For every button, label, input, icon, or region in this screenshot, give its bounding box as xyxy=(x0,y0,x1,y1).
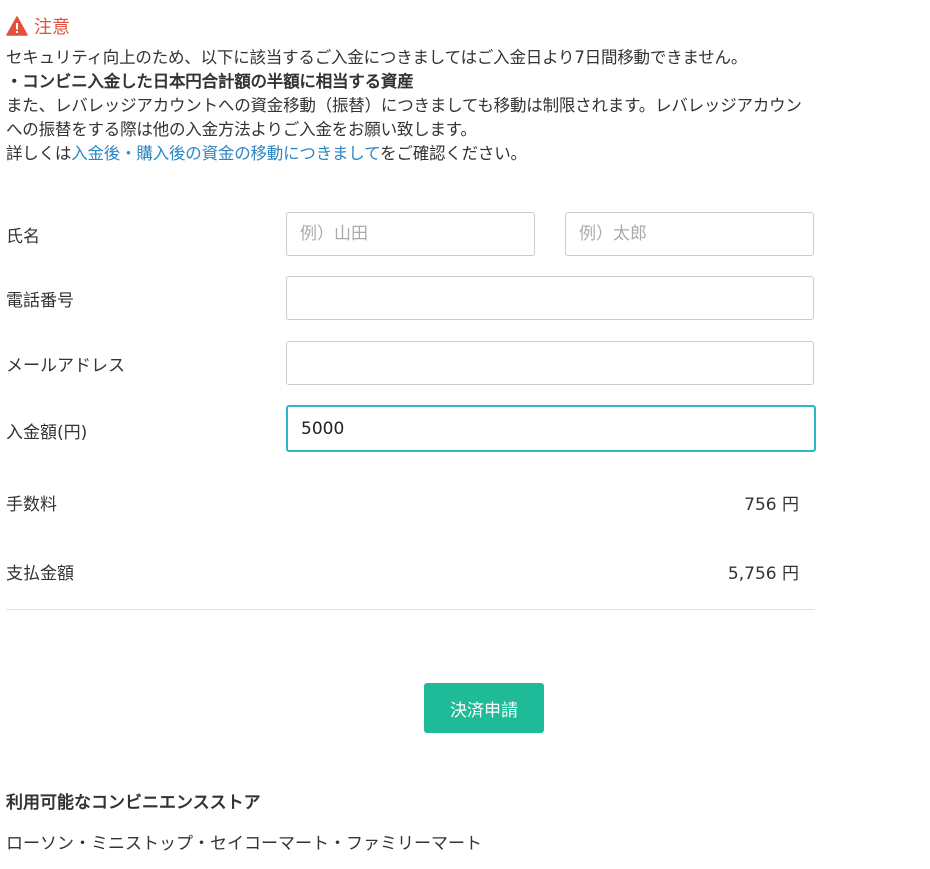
phone-input[interactable] xyxy=(286,276,814,320)
submit-payment-button[interactable]: 決済申請 xyxy=(424,683,544,733)
notice-bold-line: ・コンビニ入金した日本円合計額の半額に相当する資産 xyxy=(6,72,414,91)
divider xyxy=(6,609,815,610)
email-label: メールアドレス xyxy=(6,356,125,376)
amount-input[interactable] xyxy=(286,405,816,452)
email-input[interactable] xyxy=(286,341,814,385)
stores-list: ローソン・ミニストップ・セイコーマート・ファミリーマート xyxy=(6,834,482,854)
notice-line: への振替をする際は他の入金方法よりご入金をお願い致します。 xyxy=(6,120,477,139)
fund-transfer-info-link[interactable]: 入金後・購入後の資金の移動につきまして xyxy=(71,144,380,163)
total-value: 5,756 円 xyxy=(727,564,799,584)
notice-section: 注意 セキュリティ向上のため、以下に該当するご入金につきましてはご入金日より7日… xyxy=(6,12,930,166)
notice-line: セキュリティ向上のため、以下に該当するご入金につきましてはご入金日より7日間移動… xyxy=(6,48,748,67)
fee-value: 756 円 xyxy=(744,495,799,515)
total-label: 支払金額 xyxy=(6,564,74,584)
notice-title: 注意 xyxy=(34,17,70,38)
notice-line: また、レバレッジアカウントへの資金移動（振替）につきましても移動は制限されます。… xyxy=(6,96,802,115)
name-label: 氏名 xyxy=(6,227,40,247)
notice-header: 注意 xyxy=(6,12,930,40)
details-prefix: 詳しくは xyxy=(6,144,72,163)
warning-triangle-icon xyxy=(6,16,28,36)
notice-body: セキュリティ向上のため、以下に該当するご入金につきましてはご入金日より7日間移動… xyxy=(6,46,930,166)
last-name-input[interactable] xyxy=(286,212,535,256)
phone-label: 電話番号 xyxy=(6,291,74,311)
amount-label: 入金額(円) xyxy=(6,423,88,443)
fee-label: 手数料 xyxy=(6,495,57,515)
details-suffix: をご確認ください。 xyxy=(380,144,527,163)
first-name-input[interactable] xyxy=(565,212,814,256)
stores-title: 利用可能なコンビニエンスストア xyxy=(6,793,261,813)
notice-details-line: 詳しくは入金後・購入後の資金の移動につきましてをご確認ください。 xyxy=(6,142,930,166)
